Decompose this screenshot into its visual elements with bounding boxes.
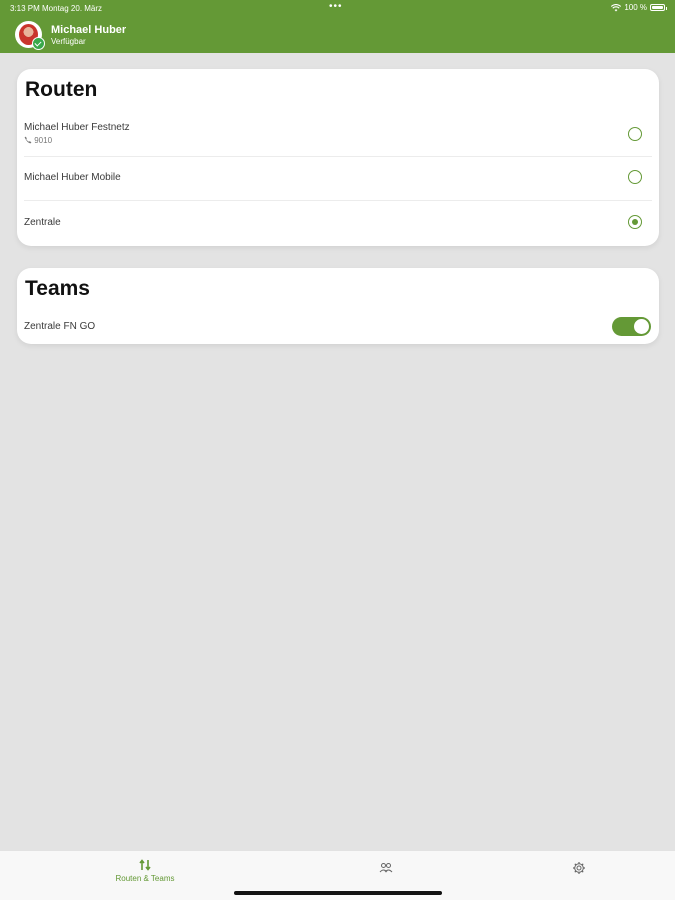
route-item-zentrale[interactable]: Zentrale — [24, 212, 651, 242]
route-label: Zentrale — [24, 217, 61, 228]
route-item-festnetz[interactable]: Michael Huber Festnetz 9010 — [24, 121, 651, 157]
contacts-icon — [379, 863, 393, 873]
phone-icon — [24, 136, 32, 144]
status-time-date: 3:13 PM Montag 20. März — [10, 4, 103, 13]
status-right: 100 % — [611, 3, 667, 12]
route-radio-zentrale[interactable] — [628, 215, 642, 229]
route-sub: 9010 — [24, 136, 52, 145]
teams-card: Teams Zentrale FN GO — [17, 268, 659, 344]
top-bar: 3:13 PM Montag 20. März ••• 100 % Michae… — [0, 0, 675, 53]
routes-icon — [139, 859, 151, 871]
route-extension: 9010 — [34, 136, 53, 145]
route-label: Michael Huber Festnetz — [24, 122, 130, 133]
teams-title: Teams — [25, 277, 90, 300]
battery-icon — [650, 4, 667, 11]
user-status[interactable]: Verfügbar — [51, 37, 86, 46]
home-indicator — [234, 891, 442, 895]
team-toggle[interactable] — [612, 317, 651, 336]
route-label: Michael Huber Mobile — [24, 172, 121, 183]
route-item-mobile[interactable]: Michael Huber Mobile — [24, 167, 651, 197]
available-check-icon — [32, 37, 45, 50]
route-radio-festnetz[interactable] — [628, 127, 642, 141]
team-label: Zentrale FN GO — [24, 321, 96, 332]
divider — [24, 200, 652, 201]
tab-routes-teams[interactable]: Routen & Teams — [104, 851, 186, 900]
team-item: Zentrale FN GO — [24, 316, 651, 338]
route-radio-mobile[interactable] — [628, 170, 642, 184]
user-name[interactable]: Michael Huber — [51, 24, 126, 36]
wifi-icon — [611, 3, 622, 11]
battery-percent: 100 % — [624, 3, 647, 12]
gear-icon — [573, 862, 585, 874]
tab-settings[interactable] — [569, 851, 589, 900]
divider — [24, 156, 652, 157]
routes-card: Routen Michael Huber Festnetz 9010 Micha… — [17, 69, 659, 246]
routes-title: Routen — [25, 78, 98, 101]
multitasking-dots[interactable]: ••• — [329, 1, 343, 12]
tab-label: Routen & Teams — [115, 874, 175, 883]
avatar[interactable] — [15, 21, 45, 50]
